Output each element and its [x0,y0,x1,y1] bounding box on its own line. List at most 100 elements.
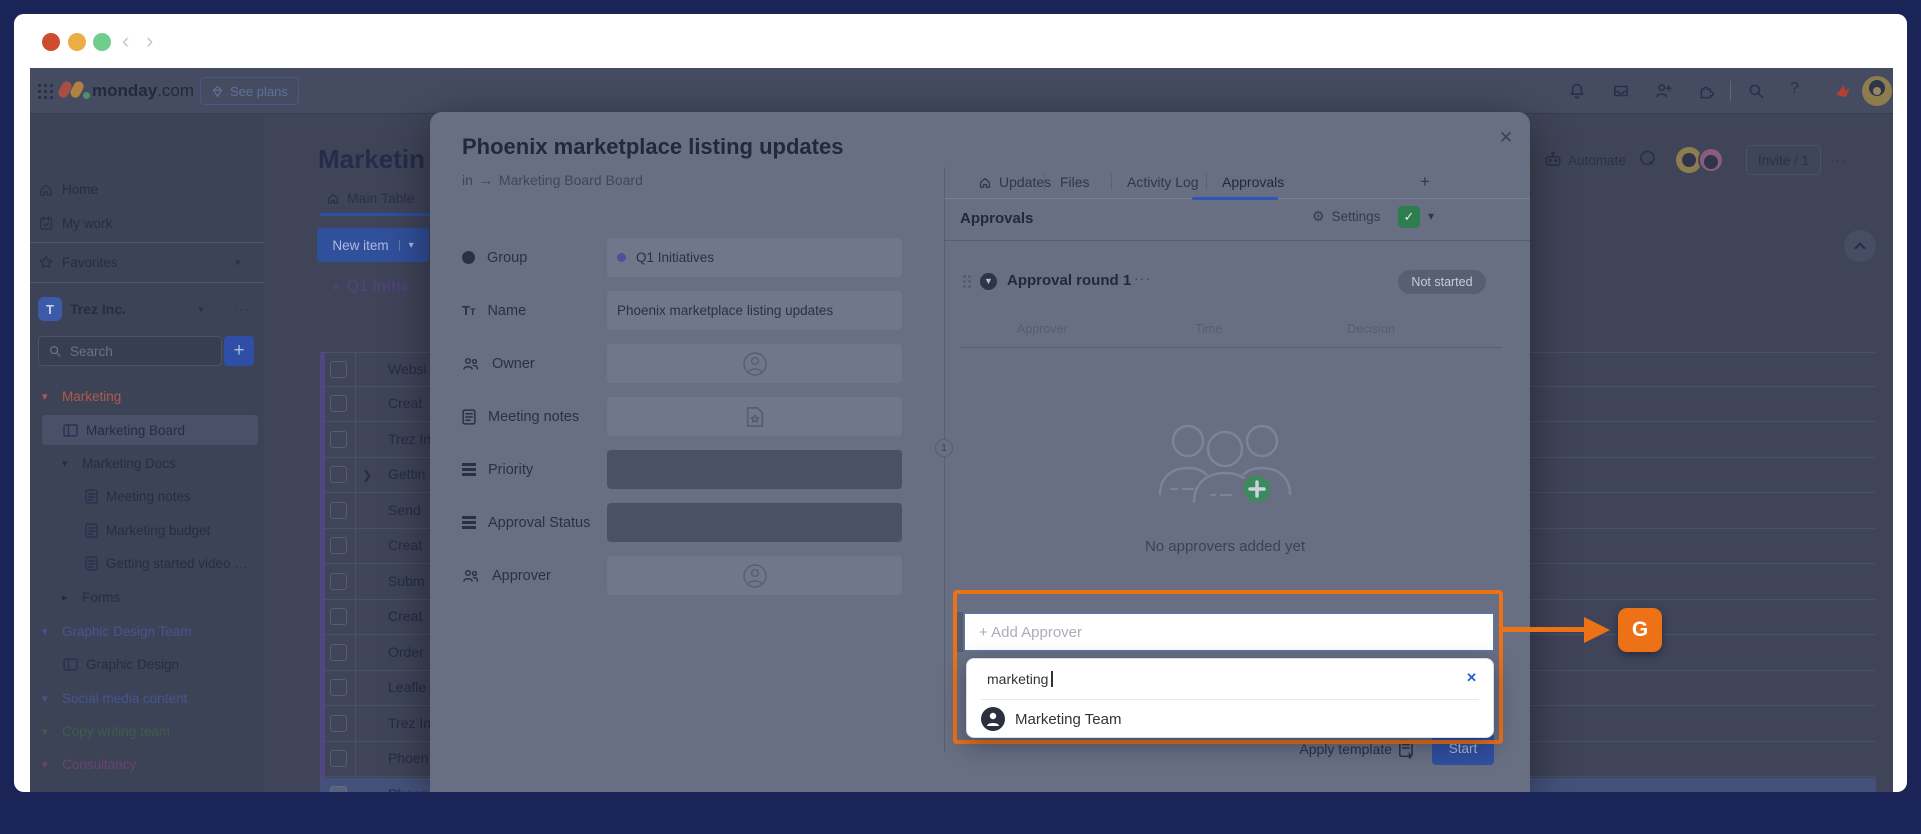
row-label: Creat [388,608,422,624]
board-icon [63,792,78,793]
sidebar-search-input[interactable]: Search [38,336,222,366]
sidebar-folder-forms[interactable]: ▸ Forms [30,582,265,612]
invite-button[interactable]: Invite / 1 [1746,145,1821,175]
inbox-icon[interactable] [1612,82,1630,100]
approval-round-title: Approval round 1 [1007,272,1131,289]
apps-grid-icon[interactable] [37,83,54,100]
chevron-down-icon[interactable]: ▾ [399,240,414,251]
notifications-bell-icon[interactable] [1568,82,1586,100]
sidebar-item-my-work[interactable]: My work [30,208,265,238]
folder-label: Marketing [62,389,121,404]
user-avatar[interactable] [1862,76,1892,106]
board-label: Graphic Design [86,657,179,672]
sidebar-folder-marketing-docs[interactable]: ▾ Marketing Docs [30,448,265,478]
row-checkbox[interactable] [330,679,347,696]
sidebar-doc-marketing-budget[interactable]: Marketing budget [30,515,265,545]
row-checkbox[interactable] [330,750,347,767]
column-header-time: Time [1195,322,1222,336]
group-header-q1-initiatives[interactable]: ▾ Q1 Initia [333,278,410,296]
breadcrumb-in: in [462,172,473,188]
field-value-name[interactable]: Phoenix marketplace listing updates [607,291,902,330]
close-window-button[interactable] [42,33,60,51]
back-icon[interactable]: ‹ [122,26,129,56]
dropdown-option-marketing-team[interactable]: Marketing Team [981,700,1479,738]
sidebar-item-home[interactable]: Home [30,174,265,204]
sidebar-folder-consultancy[interactable]: ▾ Consultancy [30,749,265,779]
workspace-menu-icon[interactable]: ··· [233,301,250,317]
field-value-owner[interactable] [607,344,902,383]
row-checkbox[interactable] [330,395,347,412]
row-checkbox[interactable] [330,715,347,732]
forward-icon[interactable]: › [146,26,153,56]
sidebar-item-graphic-design[interactable]: Graphic Design [30,649,265,679]
row-label: Leafle [388,679,426,695]
sidebar-doc-getting-started[interactable]: Getting started video … [30,548,265,578]
expand-row-icon[interactable]: ❯ [362,468,372,482]
help-icon[interactable]: ? [1790,80,1799,98]
annotation-arrow [1503,627,1587,632]
sidebar-workspace-trez[interactable]: T Trez Inc. ▾ ··· [30,294,265,324]
approver-search-field[interactable]: marketing [987,659,1477,699]
chevron-down-icon[interactable]: ▾ [1428,209,1434,223]
maximize-window-button[interactable] [93,33,111,51]
tab-updates[interactable]: Updates [978,167,1051,197]
breadcrumb-board-link[interactable]: Marketing Board Board [499,172,643,188]
sidebar-folder-copy-writing[interactable]: ▾ Copy writing team [30,716,265,746]
status-bars-icon [462,463,476,466]
tab-approvals-active[interactable]: Approvals [1222,167,1284,197]
board-menu-icon[interactable]: ··· [1830,145,1847,175]
collapse-group-icon[interactable]: ▾ [333,281,339,294]
add-tab-button[interactable]: + [1420,167,1430,197]
round-menu-icon[interactable]: ··· [1134,270,1151,286]
sidebar-item-favorites[interactable]: Favorites ▾ [30,247,265,277]
board-label: Marketing Board [86,423,185,438]
field-value-approval-status[interactable] [607,503,902,542]
monday-logo-text[interactable]: monday.com [92,81,194,101]
row-checkbox[interactable] [330,361,347,378]
add-approver-input[interactable] [963,612,1495,652]
drag-handle-icon[interactable] [963,275,966,278]
new-item-button[interactable]: New item ▾ [317,228,429,262]
chat-icon[interactable] [1638,149,1657,168]
sidebar-item-consultancy-board[interactable]: Consultancy [30,783,265,792]
row-checkbox[interactable] [330,537,347,554]
row-checkbox[interactable] [330,502,347,519]
tab-activity-log[interactable]: Activity Log [1127,167,1199,197]
row-checkbox[interactable] [330,466,347,483]
sidebar-doc-meeting-notes[interactable]: Meeting notes [30,481,265,511]
row-checkbox[interactable] [330,644,347,661]
field-value-approver[interactable] [607,556,902,595]
field-value-meeting-notes[interactable] [607,397,902,436]
row-checkbox[interactable] [330,573,347,590]
sidebar-folder-social-media[interactable]: ▾ Social media content [30,683,265,713]
chevron-down-icon[interactable]: ▾ [198,303,204,316]
automate-button[interactable]: Automate [1568,145,1626,175]
invite-members-icon[interactable] [1655,82,1673,100]
clear-search-icon[interactable]: ✕ [1466,670,1477,686]
app-header: monday.com See plans ? [30,68,1893,114]
sidebar-divider [30,242,265,243]
scroll-top-button[interactable] [1844,230,1876,262]
document-icon [85,523,98,538]
sidebar-folder-marketing[interactable]: ▾ Marketing [30,381,265,411]
see-plans-button[interactable]: See plans [200,77,299,105]
member-avatar[interactable] [1698,147,1724,173]
minimize-window-button[interactable] [68,33,86,51]
row-checkbox[interactable] [330,431,347,448]
person-circle-icon [742,563,768,589]
close-icon[interactable]: ✕ [1492,124,1520,152]
tab-files[interactable]: Files [1060,167,1090,197]
field-value-group[interactable]: Q1 Initiatives [607,238,902,277]
row-checkbox[interactable] [330,608,347,625]
row-checkbox[interactable] [330,786,347,792]
sidebar-folder-graphic-design-team[interactable]: ▾ Graphic Design Team [30,616,265,646]
collapse-round-icon[interactable]: ▼ [980,273,997,290]
add-board-button[interactable]: + [224,336,254,366]
field-value-priority[interactable] [607,450,902,489]
tab-main-table[interactable]: Main Table [326,184,414,212]
sidebar-item-marketing-board[interactable]: Marketing Board [42,415,258,445]
search-icon[interactable] [1747,82,1765,100]
approvals-check-toggle[interactable]: ✓ [1398,206,1420,228]
approvals-settings-button[interactable]: ⚙ Settings [1312,208,1380,225]
apps-marketplace-puzzle-icon[interactable] [1698,82,1716,100]
